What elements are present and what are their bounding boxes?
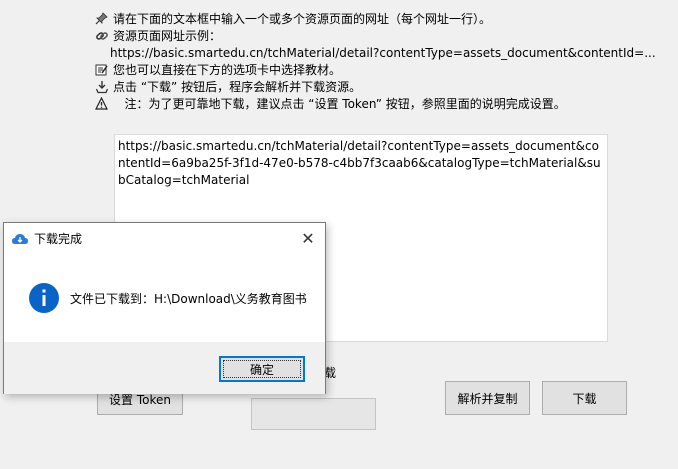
instruction-text: 您也可以直接在下方的选项卡中选择教材。 [113,63,342,77]
cloud-download-icon [11,232,29,246]
dialog-footer: 确定 [4,342,325,394]
instruction-text: 请在下面的文本框中输入一个或多个资源页面的网址（每个网址一行）。 [113,12,492,26]
warning-icon [94,96,109,111]
parse-copy-button-label: 解析并复制 [457,391,518,406]
link-icon [94,28,109,43]
example-url-text: https://basic.smartedu.cn/tchMaterial/de… [110,44,656,61]
disabled-field [251,398,376,430]
instruction-text: 注：为了更可靠地下载，建议点击 “设置 Token” 按钮，参照里面的说明完成设… [113,97,566,111]
example-url: https://basic.smartedu.cn/tchMaterial/de… [110,45,656,60]
focus-rect [223,360,301,378]
parse-copy-button[interactable]: 解析并复制 [445,381,530,415]
instruction-line-token-note: 注：为了更可靠地下载，建议点击 “设置 Token” 按钮，参照里面的说明完成设… [94,95,566,112]
instruction-line-input-urls: 请在下面的文本框中输入一个或多个资源页面的网址（每个网址一行）。 [94,10,491,27]
download-button-label: 下载 [572,391,597,406]
pin-icon [94,11,109,26]
instruction-line-example: 资源页面网址示例： [94,27,221,44]
edit-icon [94,62,109,77]
download-icon [94,79,109,94]
dialog-title-bar: 下载完成 ✕ [4,223,325,254]
instruction-line-tabs: 您也可以直接在下方的选项卡中选择教材。 [94,61,341,78]
close-icon[interactable]: ✕ [291,223,325,254]
dialog-body: 文件已下载到：H:\Download\义务教育图书 [4,254,325,342]
instruction-text: 点击 “下载” 按钮后，程序会解析并下载资源。 [113,80,362,94]
instruction-text: 资源页面网址示例： [113,29,222,43]
dialog-message: 文件已下载到：H:\Download\义务教育图书 [70,291,307,306]
download-complete-dialog: 下载完成 ✕ 文件已下载到：H:\Download\义务教育图书 确定 [3,222,326,394]
info-icon [28,282,60,314]
instruction-line-download: 点击 “下载” 按钮后，程序会解析并下载资源。 [94,78,361,95]
ok-button[interactable]: 确定 [219,356,305,382]
download-button[interactable]: 下载 [542,381,627,415]
dialog-title: 下载完成 [34,232,83,246]
